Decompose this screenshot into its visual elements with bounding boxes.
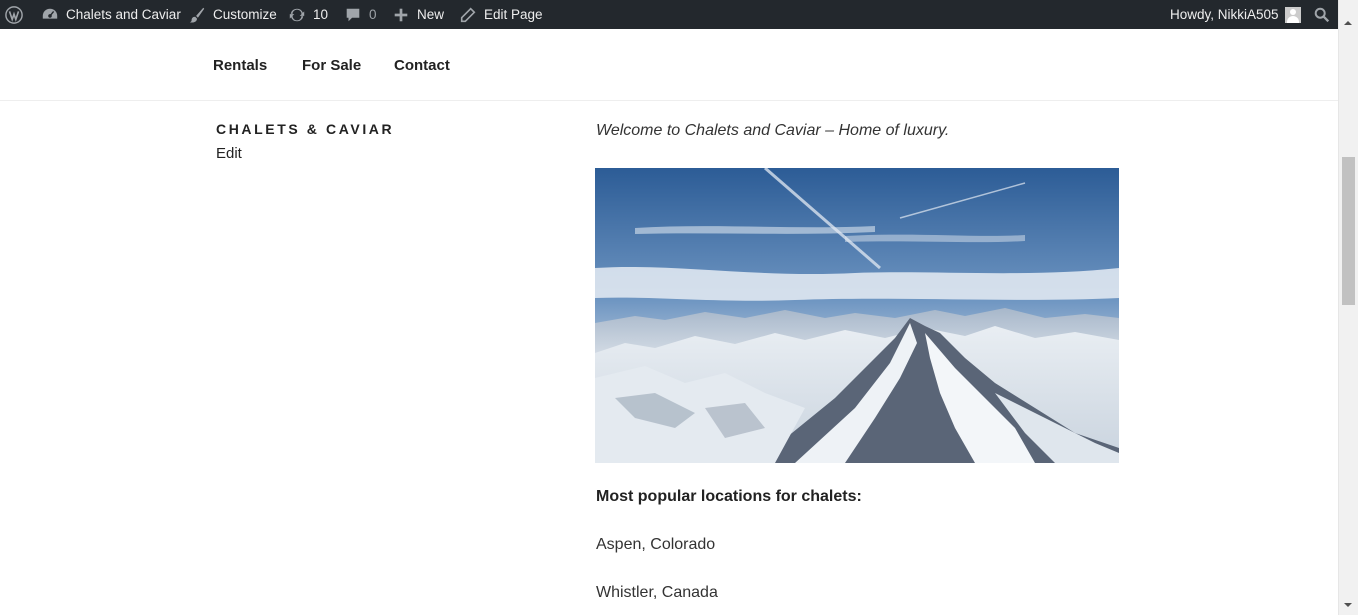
- comment-icon: [343, 5, 363, 25]
- site-name-label: Chalets and Caviar: [66, 7, 181, 22]
- locations-heading: Most popular locations for chalets:: [596, 488, 862, 505]
- search-button[interactable]: [1312, 0, 1332, 29]
- edit-page-label: Edit Page: [484, 7, 543, 22]
- account-menu[interactable]: Howdy, NikkiA505: [1170, 0, 1301, 29]
- site-name-menu[interactable]: Chalets and Caviar: [40, 0, 181, 29]
- nav-item-rentals[interactable]: Rentals: [213, 57, 267, 74]
- updates-count: 10: [313, 7, 329, 22]
- location-item-whistler: Whistler, Canada: [596, 584, 718, 601]
- avatar-icon: [1284, 6, 1301, 23]
- howdy-label: Howdy, NikkiA505: [1170, 7, 1279, 22]
- updates-icon: [287, 5, 307, 25]
- updates-button[interactable]: 10: [287, 0, 328, 29]
- brush-icon: [187, 5, 207, 25]
- edit-link[interactable]: Edit: [216, 145, 242, 162]
- search-icon: [1312, 5, 1332, 25]
- plus-icon: [391, 5, 411, 25]
- page-scrollbar[interactable]: [1338, 0, 1358, 615]
- page-title: CHALETS & CAVIAR: [216, 121, 395, 137]
- primary-navigation: Rentals For Sale Contact: [0, 29, 1338, 101]
- pencil-icon: [458, 5, 478, 25]
- customize-button[interactable]: Customize: [187, 0, 277, 29]
- wordpress-menu[interactable]: [4, 0, 24, 29]
- wordpress-logo-icon: [4, 5, 24, 25]
- location-item-aspen: Aspen, Colorado: [596, 536, 716, 553]
- scroll-down-icon[interactable]: [1344, 603, 1352, 607]
- admin-bar: Chalets and Caviar Customize 10 0 New Ed…: [0, 0, 1338, 29]
- welcome-text: Welcome to Chalets and Caviar – Home of …: [596, 122, 950, 139]
- new-content-button[interactable]: New: [391, 0, 444, 29]
- edit-page-button[interactable]: Edit Page: [458, 0, 543, 29]
- mountain-image: [595, 168, 1119, 463]
- scroll-thumb[interactable]: [1342, 157, 1355, 305]
- scroll-up-icon[interactable]: [1344, 21, 1352, 25]
- new-label: New: [417, 7, 445, 22]
- comments-button[interactable]: 0: [343, 0, 377, 29]
- comments-count: 0: [369, 7, 377, 22]
- customize-label: Customize: [213, 7, 277, 22]
- dashboard-icon: [40, 5, 60, 25]
- nav-item-for-sale[interactable]: For Sale: [302, 57, 361, 74]
- nav-item-contact[interactable]: Contact: [394, 57, 450, 74]
